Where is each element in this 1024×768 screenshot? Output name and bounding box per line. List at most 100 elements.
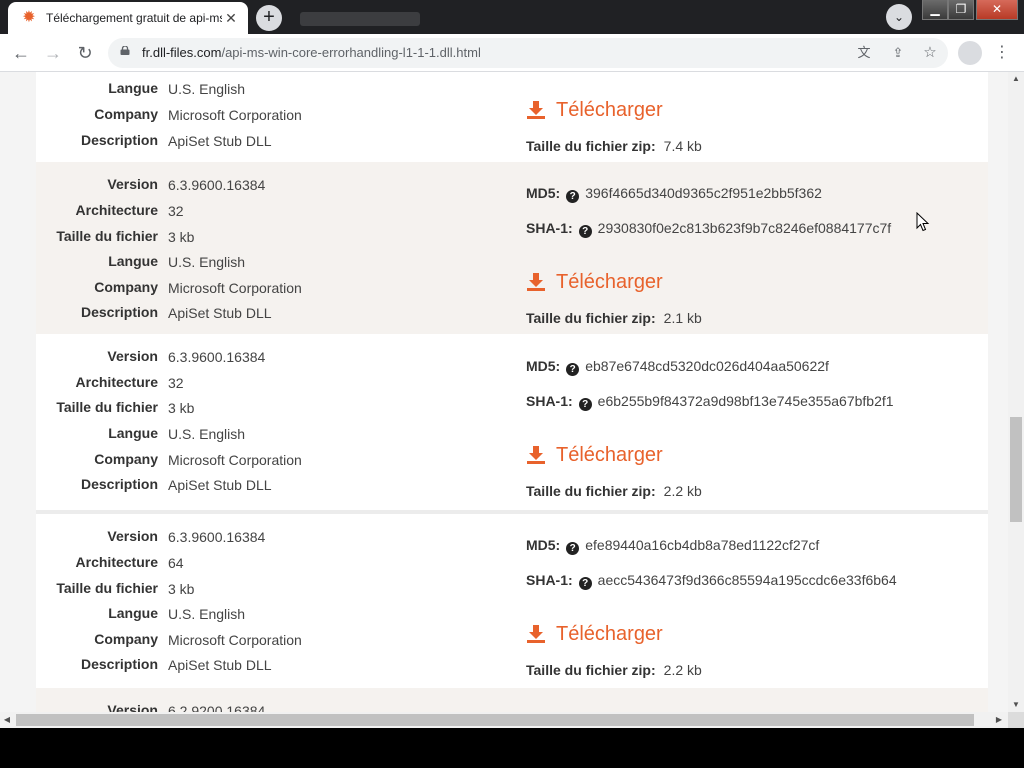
taille-value: 3 kb [168,581,195,597]
browser-window: ✹ Téléchargement gratuit de api-ms ✕ + ⌄… [0,0,1024,728]
new-tab-button[interactable]: + [256,5,282,31]
mouse-cursor-icon [916,212,930,232]
architecture-label: Architecture [75,374,158,390]
company-label: Company [94,631,158,647]
file-entry: Version 6.3.9600.16384 Architecture 64 T… [36,514,988,686]
langue-label: Langue [108,253,158,269]
translate-icon[interactable]: 文 [854,43,874,63]
download-link[interactable]: Télécharger [526,621,663,647]
langue-value: U.S. English [168,81,246,97]
vertical-scrollbar[interactable]: ▲ ▼ [1008,72,1024,712]
url-text[interactable]: fr.dll-files.com/api-ms-win-core-errorha… [142,45,481,60]
version-value: 6.2.9200.16384 [168,703,266,712]
zip-size: Taille du fichier zip: 2.1 kb [526,310,702,326]
company-value: Microsoft Corporation [168,280,302,296]
langue-label: Langue [108,425,158,441]
profile-avatar-icon[interactable] [958,41,982,65]
taille-label: Taille du fichier [56,399,158,415]
taille-label: Taille du fichier [56,580,158,596]
share-icon[interactable]: ⇪ [888,43,908,63]
page-content: Langue U.S. English Company Microsoft Co… [36,72,988,712]
architecture-value: 64 [168,555,184,571]
browser-toolbar: ← → ↻ fr.dll-files.com/api-ms-win-core-e… [0,34,1024,72]
md5-hash: MD5:? eb87e6748cd5320dc026d404aa50622f [526,358,829,376]
version-label: Version [107,176,158,192]
minimize-button[interactable]: ▁ [922,0,948,20]
taille-value: 3 kb [168,400,195,416]
version-value: 6.3.9600.16384 [168,349,266,365]
md5-hash: MD5:? efe89440a16cb4db8a78ed1122cf27cf [526,537,820,555]
download-label[interactable]: Télécharger [556,444,663,467]
page-margin [996,72,1008,712]
horizontal-scrollbar[interactable]: ◀ ▶ [0,712,1008,728]
question-icon[interactable]: ? [566,190,580,203]
gear-favicon-icon: ✹ [22,9,36,26]
address-bar[interactable]: fr.dll-files.com/api-ms-win-core-errorha… [108,38,948,68]
description-label: Description [80,476,158,492]
horizontal-scroll-thumb[interactable] [16,714,974,726]
question-icon[interactable]: ? [566,363,580,376]
company-label: Company [94,106,158,122]
architecture-value: 32 [168,203,184,219]
download-icon [527,625,545,643]
download-label[interactable]: Télécharger [556,99,663,122]
tab-title: Téléchargement gratuit de api-ms [46,11,222,25]
scroll-left-arrow-icon[interactable]: ◀ [0,712,14,728]
vertical-scroll-thumb[interactable] [1010,417,1022,522]
tab-search-button[interactable]: ⌄ [886,4,912,30]
company-label: Company [94,279,158,295]
download-icon [527,273,545,291]
question-icon[interactable]: ? [578,225,592,238]
scrollbar-corner [1008,712,1024,728]
back-arrow-icon[interactable]: ← [8,40,34,66]
question-icon[interactable]: ? [578,398,592,411]
download-link[interactable]: Télécharger [526,97,663,123]
active-tab[interactable]: ✹ Téléchargement gratuit de api-ms ✕ [8,2,248,34]
langue-label: Langue [108,605,158,621]
version-label: Version [107,348,158,364]
reload-icon[interactable]: ↻ [72,40,98,66]
company-value: Microsoft Corporation [168,632,302,648]
download-icon [527,446,545,464]
description-value: ApiSet Stub DLL [168,657,272,673]
company-value: Microsoft Corporation [168,107,302,123]
file-entry-partial-bottom: Version 6.2.9200.16384 [36,688,988,712]
tab-close-icon[interactable]: ✕ [222,9,240,27]
file-entry: Version 6.3.9600.16384 Architecture 32 T… [36,162,988,334]
description-label: Description [80,304,158,320]
sha1-hash: SHA-1:? aecc5436473f9d366c85594a195ccdc6e… [526,572,897,590]
langue-label: Langue [108,80,158,96]
download-link[interactable]: Télécharger [526,269,663,295]
version-value: 6.3.9600.16384 [168,177,266,193]
scroll-right-arrow-icon[interactable]: ▶ [992,712,1006,728]
download-icon [527,101,545,119]
description-label: Description [80,132,158,148]
scroll-up-arrow-icon[interactable]: ▲ [1008,72,1024,86]
zip-size: Taille du fichier zip: 2.2 kb [526,662,702,678]
forward-arrow-icon[interactable]: → [40,40,66,66]
langue-value: U.S. English [168,606,246,622]
maximize-button[interactable]: ❐ [948,0,974,20]
file-entry-partial-top: Langue U.S. English Company Microsoft Co… [36,72,988,162]
page-viewport: Langue U.S. English Company Microsoft Co… [0,72,1008,712]
question-icon[interactable]: ? [578,577,592,590]
scroll-down-arrow-icon[interactable]: ▼ [1008,698,1024,712]
download-label[interactable]: Télécharger [556,623,663,646]
close-window-button[interactable]: ✕ [976,0,1018,20]
version-value: 6.3.9600.16384 [168,529,266,545]
download-label[interactable]: Télécharger [556,271,663,294]
sha1-hash: SHA-1:? e6b255b9f84372a9d98bf13e745e355a6… [526,393,894,411]
download-link[interactable]: Télécharger [526,442,663,468]
blurred-tab-area [300,12,420,26]
tab-bar: ✹ Téléchargement gratuit de api-ms ✕ + ⌄… [0,0,1024,34]
company-label: Company [94,451,158,467]
kebab-menu-icon[interactable]: ⋮ [992,42,1012,64]
zip-size: Taille du fichier zip: 7.4 kb [526,138,702,154]
version-label: Version [107,702,158,712]
question-icon[interactable]: ? [566,542,580,555]
md5-hash: MD5:? 396f4665d340d9365c2f951e2bb5f362 [526,185,822,203]
description-value: ApiSet Stub DLL [168,133,272,149]
lock-icon [120,46,130,55]
taille-value: 3 kb [168,229,195,245]
bookmark-star-icon[interactable]: ☆ [920,43,940,63]
